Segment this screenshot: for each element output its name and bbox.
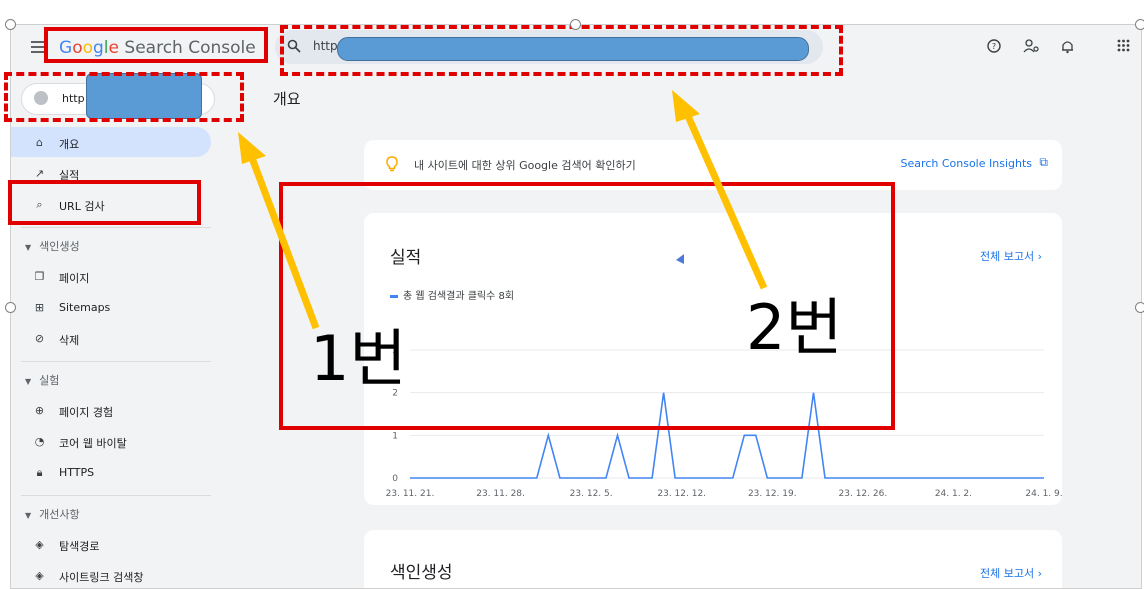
manage-accounts-icon[interactable] bbox=[1023, 39, 1039, 53]
trending-up-icon: ↗ bbox=[34, 167, 45, 180]
indexing-card: 색인생성 전체 보고서 › bbox=[364, 530, 1062, 588]
section-title: 색인생성 bbox=[39, 240, 80, 253]
sidebar-item-overview[interactable]: ⌂ 개요 bbox=[11, 127, 211, 157]
x-tick-label: 23. 12. 26. bbox=[839, 489, 888, 499]
resize-handle[interactable] bbox=[5, 302, 16, 313]
divider bbox=[21, 227, 211, 228]
sidebar-item-label: 개요 bbox=[59, 138, 80, 151]
x-tick-label: 24. 1. 9. bbox=[1025, 489, 1062, 499]
apps-grid-icon[interactable] bbox=[1117, 39, 1130, 52]
resize-handle[interactable] bbox=[570, 19, 581, 30]
lock-icon: 🔒︎ bbox=[36, 466, 43, 479]
page-experience-icon: ⊕ bbox=[34, 404, 45, 417]
annotation-label-1: 1번 bbox=[310, 322, 407, 395]
divider bbox=[21, 361, 211, 362]
collapse-icon: ▼ bbox=[25, 377, 32, 386]
annotation-box-logo bbox=[44, 27, 268, 63]
sidebar-item-label: Sitemaps bbox=[59, 301, 111, 314]
sidebar-item-breadcrumbs[interactable]: ◈ 탐색경로 bbox=[11, 529, 211, 559]
home-icon: ⌂ bbox=[36, 136, 43, 149]
pages-icon: ❐ bbox=[34, 270, 45, 283]
x-tick-label: 23. 12. 19. bbox=[748, 489, 797, 499]
x-tick-label: 23. 12. 5. bbox=[570, 489, 613, 499]
svg-text:?: ? bbox=[992, 42, 996, 51]
open-in-new-icon[interactable]: ⧉ bbox=[1039, 155, 1048, 170]
visibility-off-icon: ⊘ bbox=[34, 332, 45, 345]
sidebar-item-label: 탐색경로 bbox=[59, 540, 100, 553]
layers-icon: ◈ bbox=[35, 538, 44, 551]
sidebar: http ⌂ 개요 ↗ 실적 ⌕ URL 검사 ▼ 색인생성 ❐ 페이지 ⊞ Si… bbox=[11, 73, 221, 588]
indexing-full-report-link[interactable]: 전체 보고서 › bbox=[980, 565, 1042, 581]
report-link-label: 전체 보고서 bbox=[979, 567, 1035, 580]
sidebar-item-label: 코어 웹 바이탈 bbox=[59, 437, 127, 450]
lightbulb-icon bbox=[386, 156, 398, 172]
y-tick-label: 0 bbox=[392, 474, 398, 484]
chevron-right-icon: › bbox=[1037, 567, 1042, 580]
y-tick-label: 1 bbox=[392, 431, 398, 441]
sidebar-item-label: 삭제 bbox=[59, 334, 80, 347]
resize-handle[interactable] bbox=[1135, 302, 1144, 313]
collapse-icon: ▼ bbox=[25, 511, 32, 520]
annotation-label-2: 2번 bbox=[746, 291, 843, 364]
sidebar-item-label: HTTPS bbox=[59, 466, 95, 479]
sidebar-item-removals[interactable]: ⊘ 삭제 bbox=[11, 323, 211, 353]
x-tick-label: 23. 11. 21. bbox=[386, 489, 435, 499]
sidebar-item-core-web-vitals[interactable]: ◔ 코어 웹 바이탈 bbox=[11, 426, 211, 456]
sidebar-item-label: 페이지 경험 bbox=[59, 406, 114, 419]
insights-text: 내 사이트에 대한 상위 Google 검색어 확인하기 bbox=[414, 159, 636, 172]
collapse-icon: ▼ bbox=[25, 243, 32, 252]
section-indexing[interactable]: ▼ 색인생성 bbox=[25, 238, 80, 254]
page-title: 개요 bbox=[273, 90, 301, 108]
insights-link[interactable]: Search Console Insights bbox=[901, 157, 1032, 170]
annotation-box-url-inspect bbox=[8, 180, 201, 225]
sidebar-item-page-experience[interactable]: ⊕ 페이지 경험 bbox=[11, 395, 211, 425]
sidebar-item-pages[interactable]: ❐ 페이지 bbox=[11, 261, 211, 291]
speed-icon: ◔ bbox=[34, 435, 45, 448]
divider bbox=[21, 495, 211, 496]
indexing-title: 색인생성 bbox=[390, 563, 453, 583]
resize-handle[interactable] bbox=[5, 19, 16, 30]
sidebar-item-sitemaps[interactable]: ⊞ Sitemaps bbox=[11, 292, 211, 322]
sitemap-icon: ⊞ bbox=[34, 301, 45, 314]
menu-icon[interactable] bbox=[31, 41, 45, 53]
sidebar-item-label: 사이트링크 검색창 bbox=[59, 571, 144, 584]
x-tick-label: 23. 12. 12. bbox=[657, 489, 706, 499]
annotation-box-search bbox=[280, 25, 843, 76]
section-title: 개선사항 bbox=[39, 508, 80, 521]
resize-handle[interactable] bbox=[1135, 19, 1144, 30]
sidebar-item-label: 페이지 bbox=[59, 272, 90, 285]
section-title: 실험 bbox=[39, 374, 60, 387]
section-enhancements[interactable]: ▼ 개선사항 bbox=[25, 506, 80, 522]
x-tick-label: 24. 1. 2. bbox=[935, 489, 972, 499]
x-tick-label: 23. 11. 28. bbox=[476, 489, 525, 499]
notifications-icon[interactable] bbox=[1061, 39, 1074, 54]
sidebar-item-sitelinks-searchbox[interactable]: ◈ 사이트링크 검색창 bbox=[11, 560, 211, 588]
annotation-box-property bbox=[4, 72, 244, 122]
layers-icon: ◈ bbox=[35, 569, 44, 582]
help-icon[interactable]: ? bbox=[987, 39, 1001, 53]
section-experience[interactable]: ▼ 실험 bbox=[25, 372, 59, 388]
sidebar-item-https[interactable]: 🔒︎ HTTPS bbox=[11, 457, 211, 487]
